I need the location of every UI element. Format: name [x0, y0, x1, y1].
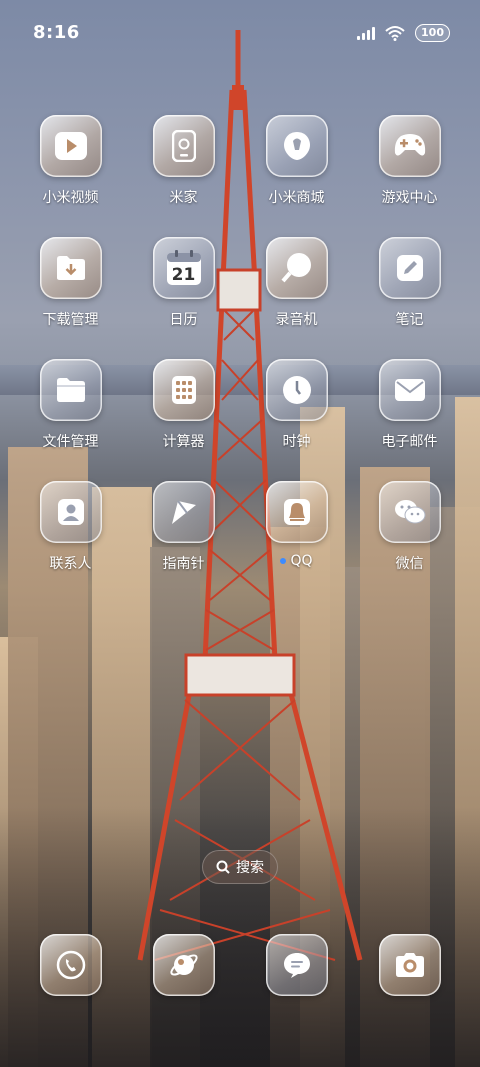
new-install-dot [280, 558, 287, 564]
cellular-signal-icon [357, 26, 376, 40]
app-wechat[interactable]: 微信 [353, 481, 466, 573]
app-label: 微信 [395, 556, 424, 572]
app-label: 指南针 [162, 556, 205, 572]
app-label: 电子邮件 [381, 434, 438, 450]
status-time: 8:16 [33, 22, 80, 43]
clock-icon [265, 359, 328, 421]
wechat-icon [378, 481, 441, 543]
app-label: QQ [240, 553, 353, 569]
app-file-manager[interactable]: 文件管理 [14, 359, 127, 451]
app-label: 时钟 [282, 434, 311, 450]
mijia-device-icon [152, 115, 215, 177]
mi-store-icon [265, 115, 328, 177]
search-label: 搜索 [236, 860, 264, 876]
app-contacts[interactable]: 联系人 [14, 481, 127, 573]
app-clock[interactable]: 时钟 [240, 359, 353, 451]
app-label: 游戏中心 [381, 190, 438, 206]
contact-person-icon [39, 481, 102, 543]
app-xiaomi-video[interactable]: 小米视频 [14, 115, 127, 207]
calendar-day: 21 [171, 265, 196, 285]
home-search-button[interactable]: 搜索 [202, 850, 278, 884]
mail-envelope-icon [378, 359, 441, 421]
calculator-icon [152, 359, 215, 421]
app-label: 文件管理 [42, 434, 99, 450]
status-bar: 8:16 100 [0, 0, 480, 68]
wifi-icon [385, 26, 405, 41]
app-notes[interactable]: 笔记 [353, 237, 466, 329]
camera-icon[interactable] [379, 934, 441, 996]
download-folder-icon [39, 237, 102, 299]
app-label: 日历 [169, 312, 198, 328]
phone-icon[interactable] [40, 934, 102, 996]
app-label: 小米视频 [42, 190, 99, 206]
app-label: 笔记 [395, 312, 424, 328]
calendar-icon: 21 [152, 237, 215, 299]
browser-planet-icon[interactable] [153, 934, 215, 996]
app-label: 录音机 [275, 312, 318, 328]
app-mi-store[interactable]: 小米商城 [240, 115, 353, 207]
folder-icon [39, 359, 102, 421]
app-calendar[interactable]: 21 日历 [127, 237, 240, 329]
app-label: 小米商城 [268, 190, 325, 206]
app-download-manager[interactable]: 下载管理 [14, 237, 127, 329]
recorder-icon [265, 237, 328, 299]
app-mijia[interactable]: 米家 [127, 115, 240, 207]
compass-icon [152, 481, 215, 543]
gamepad-icon [378, 115, 441, 177]
app-game-center[interactable]: 游戏中心 [353, 115, 466, 207]
app-label: 计算器 [162, 434, 205, 450]
app-recorder[interactable]: 录音机 [240, 237, 353, 329]
app-email[interactable]: 电子邮件 [353, 359, 466, 451]
note-pencil-icon [378, 237, 441, 299]
app-compass[interactable]: 指南针 [127, 481, 240, 573]
app-qq[interactable]: QQ [240, 481, 353, 569]
app-label: 米家 [169, 190, 198, 206]
qq-penguin-icon [265, 481, 328, 543]
video-play-icon [39, 115, 102, 177]
messages-bubble-icon[interactable] [266, 934, 328, 996]
search-icon [216, 860, 230, 874]
dock [0, 934, 480, 998]
battery-indicator: 100 [415, 24, 450, 42]
app-label: 下载管理 [42, 312, 99, 328]
app-calculator[interactable]: 计算器 [127, 359, 240, 451]
app-label: 联系人 [49, 556, 92, 572]
